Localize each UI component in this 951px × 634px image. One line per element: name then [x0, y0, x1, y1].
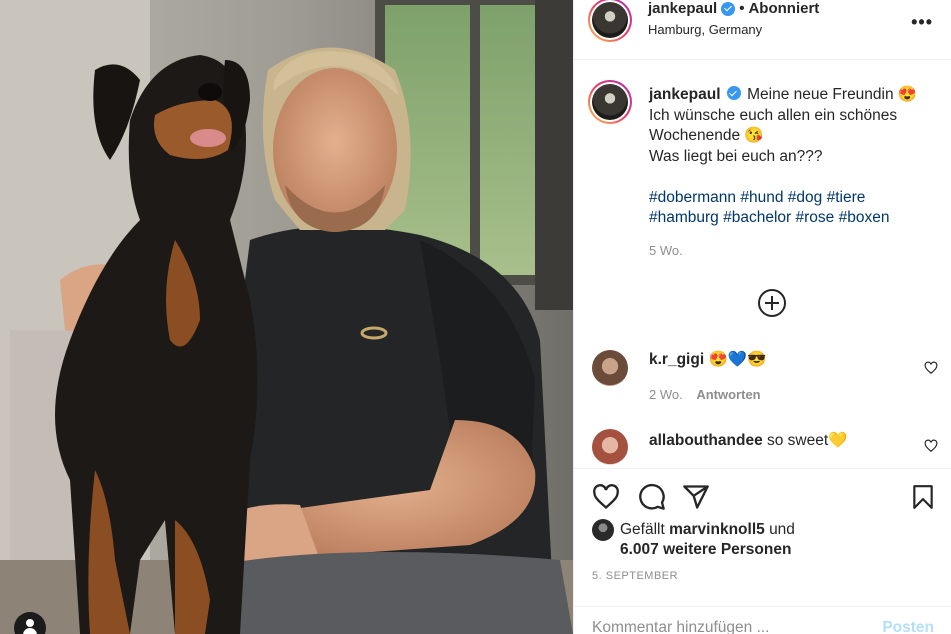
caption-line-2: Ich wünsche euch allen ein schönes — [649, 106, 898, 124]
comment-input[interactable] — [592, 619, 862, 634]
comment-time: 2 Wo. — [649, 387, 683, 402]
hashtag-link[interactable]: #boxen — [839, 209, 890, 226]
caption-block: jankepaul Meine neue Freundin 😍 Ich wüns… — [574, 60, 951, 336]
comment-avatar[interactable] — [592, 350, 628, 386]
caption-text: jankepaul Meine neue Freundin 😍 Ich wüns… — [649, 85, 939, 229]
caption-avatar[interactable] — [588, 80, 632, 124]
comment-like-heart-icon[interactable] — [924, 439, 938, 453]
header-separator: • — [739, 0, 745, 17]
caption-line-3: Wochenende 😘 — [649, 127, 764, 144]
likes-prefix: Gefällt — [620, 521, 665, 538]
hashtag-link[interactable]: #dog — [788, 189, 822, 206]
comment-meta: 2 Wo. Antworten — [649, 387, 761, 402]
caption-line-1: Meine neue Freundin 😍 — [747, 86, 918, 103]
hashtags-row-2: #hamburg #bachelor #rose #boxen — [649, 209, 889, 226]
load-more-comments-icon[interactable] — [758, 289, 786, 317]
hashtag-link[interactable]: #rose — [796, 209, 835, 226]
comment-bubble-icon[interactable] — [638, 483, 666, 511]
hashtags-row-1: #dobermann #hund #dog #tiere — [649, 189, 865, 206]
hashtag-link[interactable]: #bachelor — [723, 209, 791, 226]
post-actions: Gefällt marvinknoll5 und 6.007 weitere P… — [574, 468, 951, 634]
hashtag-link[interactable]: #tiere — [827, 189, 866, 206]
add-comment-bar: Posten — [574, 606, 951, 634]
likes-suffix: und — [769, 521, 795, 538]
instagram-post: jankepaul • Abonniert Hamburg, Germany •… — [0, 0, 951, 634]
caption-verified-icon — [726, 86, 741, 100]
more-options-icon[interactable]: ••• — [911, 12, 933, 33]
comment-avatar[interactable] — [592, 429, 628, 465]
comment-username[interactable]: allabouthandee — [649, 432, 763, 449]
follow-status-button[interactable]: Abonniert — [748, 0, 819, 17]
reply-button[interactable]: Antworten — [696, 387, 760, 402]
post-photo[interactable] — [0, 0, 573, 634]
post-header: jankepaul • Abonniert Hamburg, Germany •… — [574, 0, 951, 60]
header-avatar[interactable] — [588, 0, 632, 42]
likes-others-link[interactable]: 6.007 weitere Personen — [620, 540, 791, 561]
header-user-line: jankepaul • Abonniert — [648, 0, 819, 17]
bookmark-save-icon[interactable] — [910, 483, 936, 511]
comment-text: k.r_gigi 😍💙😎 — [649, 350, 766, 369]
share-paper-plane-icon[interactable] — [682, 483, 710, 511]
comment-like-heart-icon[interactable] — [924, 361, 938, 375]
photo-illustration — [0, 0, 573, 634]
comment-text: allabouthandee so sweet💛 — [649, 431, 847, 450]
header-username[interactable]: jankepaul — [648, 0, 717, 17]
liker-username[interactable]: marvinknoll5 — [669, 521, 765, 538]
comment-body: 😍💙😎 — [708, 351, 767, 368]
hashtag-link[interactable]: #dobermann — [649, 189, 736, 206]
comment-username[interactable]: k.r_gigi — [649, 351, 704, 368]
post-side-panel: jankepaul • Abonniert Hamburg, Germany •… — [573, 0, 951, 634]
caption-username[interactable]: jankepaul — [649, 86, 721, 103]
like-heart-icon[interactable] — [592, 483, 620, 511]
caption-line-4: Was liegt bei euch an??? — [649, 147, 823, 165]
hashtag-link[interactable]: #hund — [740, 189, 783, 206]
likes-line-1: Gefällt marvinknoll5 und — [620, 520, 920, 541]
location-link[interactable]: Hamburg, Germany — [648, 22, 762, 37]
post-comment-button[interactable]: Posten — [882, 619, 934, 634]
caption-time: 5 Wo. — [649, 243, 683, 258]
verified-badge-icon — [721, 1, 736, 16]
liker-avatar[interactable] — [592, 519, 614, 541]
post-date: 5. SEPTEMBER — [592, 570, 679, 582]
hashtag-link[interactable]: #hamburg — [649, 209, 719, 226]
comment-body: so sweet💛 — [767, 432, 848, 449]
